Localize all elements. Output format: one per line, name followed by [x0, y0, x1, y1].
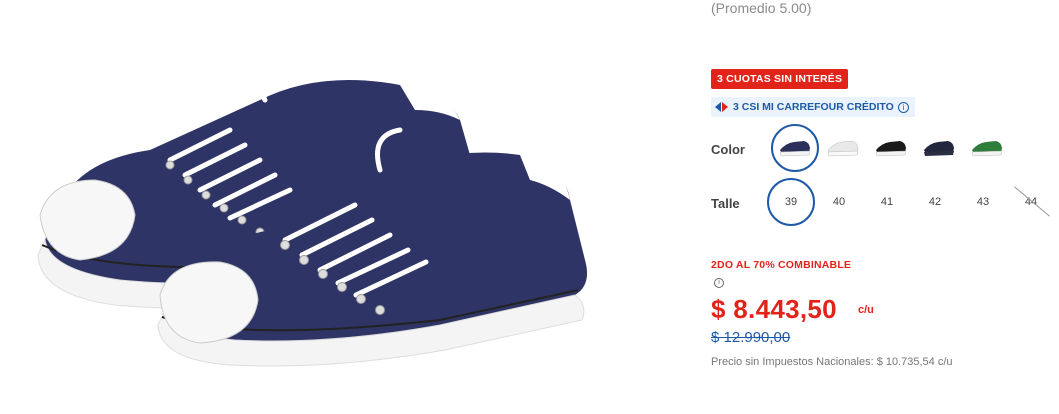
color-label: Color	[711, 142, 745, 157]
size-option-44[interactable]: 44	[1007, 178, 1055, 226]
color-swatch-green[interactable]	[963, 124, 1011, 172]
product-info-panel: (Promedio 5.00) 3 CUOTAS SIN INTERÉS 3 C…	[711, 0, 1059, 414]
shoe-thumbnail-icon	[779, 141, 811, 157]
product-image	[0, 0, 680, 414]
tax-free-price-note: Precio sin Impuestos Nacionales: $ 10.73…	[711, 356, 953, 368]
size-option-39[interactable]: 39	[767, 178, 815, 226]
shoe-thumbnail-icon	[924, 141, 954, 156]
previous-price: $ 12.990,00	[711, 329, 791, 346]
promo-label: 2DO AL 70% COMBINABLE	[711, 259, 852, 271]
color-swatch-white[interactable]	[819, 124, 867, 172]
shoe-thumbnail-icon	[971, 141, 1003, 157]
rating-average: (Promedio 5.00)	[711, 0, 812, 16]
color-swatch-dark-navy[interactable]	[915, 124, 963, 172]
size-label: Talle	[711, 196, 740, 211]
size-option-42[interactable]: 42	[911, 178, 959, 226]
carrefour-logo-icon	[715, 102, 728, 112]
shoe-thumbnail-icon	[827, 140, 859, 157]
credit-badge-label: 3 CSI MI CARREFOUR CRÉDITO	[733, 101, 894, 113]
color-swatches	[771, 124, 1011, 172]
size-option-41[interactable]: 41	[863, 178, 911, 226]
current-price: $ 8.443,50	[711, 294, 837, 324]
info-icon[interactable]: i	[714, 278, 724, 288]
size-option-40[interactable]: 40	[815, 178, 863, 226]
color-swatch-black[interactable]	[867, 124, 915, 172]
info-icon[interactable]: i	[897, 101, 909, 113]
carrefour-credit-badge[interactable]: 3 CSI MI CARREFOUR CRÉDITO i	[711, 97, 915, 117]
size-option-43[interactable]: 43	[959, 178, 1007, 226]
sneakers-image	[37, 62, 588, 367]
installments-badge: 3 CUOTAS SIN INTERÉS	[711, 69, 849, 89]
size-options: 39 40 41 42 43 44	[767, 178, 1055, 226]
price-unit: c/u	[858, 304, 874, 316]
shoe-thumbnail-icon	[875, 141, 907, 157]
color-swatch-navy[interactable]	[771, 124, 819, 172]
